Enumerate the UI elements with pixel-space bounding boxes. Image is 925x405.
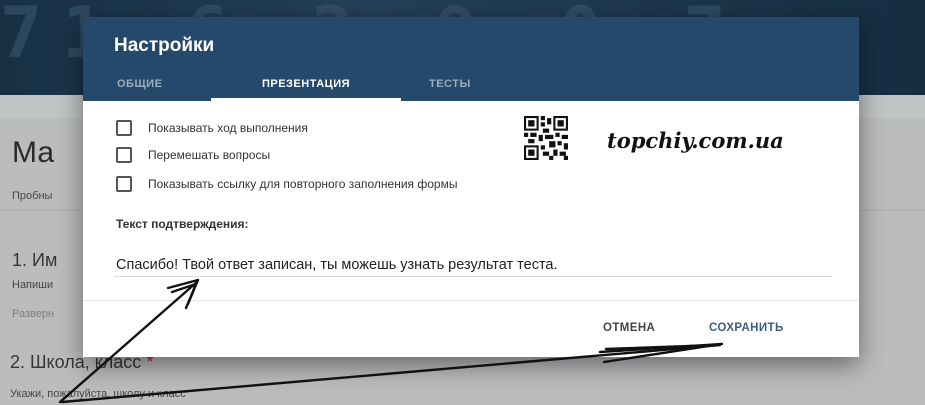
tab-presentation[interactable]: ПРЕЗЕНТАЦИЯ <box>211 69 401 101</box>
option-shuffle-questions[interactable]: Перемешать вопросы <box>116 146 270 164</box>
cancel-button[interactable]: ОТМЕНА <box>603 322 655 334</box>
dialog-tabs: ОБЩИЕ ПРЕЗЕНТАЦИЯ ТЕСТЫ <box>83 69 859 101</box>
checkbox-show-resubmit-link[interactable] <box>116 176 132 192</box>
checkbox-show-progress[interactable] <box>116 120 132 136</box>
dialog-header: Настройки ОБЩИЕ ПРЕЗЕНТАЦИЯ ТЕСТЫ <box>83 17 859 101</box>
qr-code-icon <box>524 116 568 160</box>
settings-dialog: Настройки ОБЩИЕ ПРЕЗЕНТАЦИЯ ТЕСТЫ Показы… <box>83 17 859 357</box>
option-label: Перемешать вопросы <box>148 148 271 162</box>
footer-divider <box>83 300 859 301</box>
tab-tests[interactable]: ТЕСТЫ <box>429 69 499 101</box>
confirmation-text-input[interactable] <box>114 254 832 277</box>
option-show-progress[interactable]: Показывать ход выполнения <box>116 119 308 137</box>
checkbox-shuffle-questions[interactable] <box>116 147 132 163</box>
option-show-resubmit-link[interactable]: Показывать ссылку для повторного заполне… <box>116 175 457 193</box>
save-button[interactable]: СОХРАНИТЬ <box>709 322 784 334</box>
tab-general[interactable]: ОБЩИЕ <box>117 69 183 101</box>
watermark-text: topchiy.com.ua <box>607 128 784 153</box>
option-label: Показывать ссылку для повторного заполне… <box>148 177 458 191</box>
option-label: Показывать ход выполнения <box>148 121 308 135</box>
confirmation-label: Текст подтверждения: <box>116 217 249 231</box>
active-tab-indicator <box>211 98 401 101</box>
dialog-title: Настройки <box>114 35 215 56</box>
